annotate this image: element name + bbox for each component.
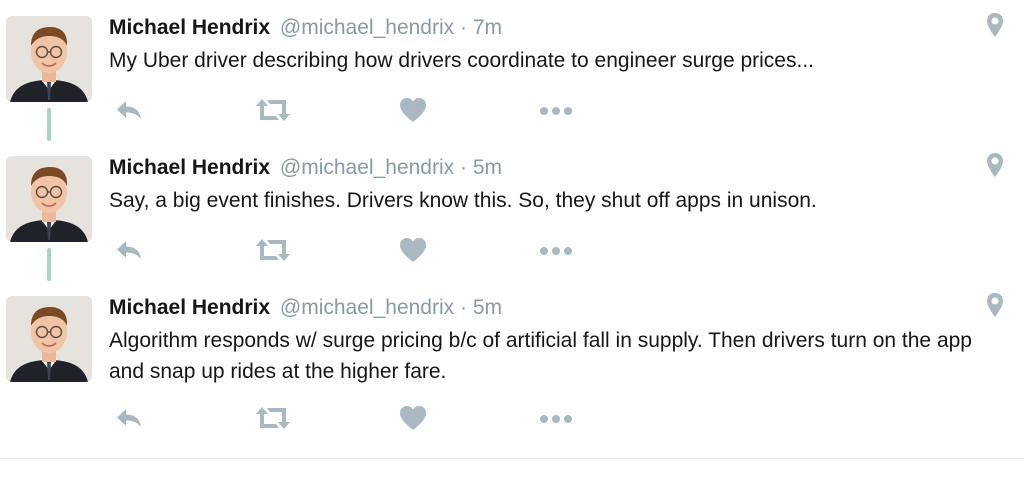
- location-pin-icon[interactable]: [985, 292, 1005, 318]
- tweet[interactable]: Michael Hendrix @michael_hendrix · 7m My…: [0, 0, 1024, 140]
- reply-icon[interactable]: [114, 236, 144, 264]
- heart-icon[interactable]: [398, 236, 428, 264]
- tweet-actions: [114, 236, 584, 266]
- retweet-icon[interactable]: [252, 236, 294, 264]
- tweet[interactable]: Michael Hendrix @michael_hendrix · 5m Sa…: [0, 140, 1024, 280]
- author-handle[interactable]: @michael_hendrix: [280, 156, 454, 179]
- reply-icon[interactable]: [114, 96, 144, 124]
- more-dots-icon[interactable]: [536, 404, 576, 432]
- location-pin-icon[interactable]: [985, 12, 1005, 38]
- tweet-actions: [114, 404, 584, 434]
- tweet-text: Algorithm responds w/ surge pricing b/c …: [109, 329, 972, 383]
- reply-icon[interactable]: [114, 404, 144, 432]
- more-dots-icon[interactable]: [536, 236, 576, 264]
- author-name[interactable]: Michael Hendrix: [109, 296, 270, 319]
- tweet-thread: Michael Hendrix @michael_hendrix · 7m My…: [0, 0, 1024, 478]
- avatar[interactable]: [6, 156, 92, 242]
- tweet-header: Michael Hendrix @michael_hendrix · 7m: [109, 13, 502, 43]
- author-name[interactable]: Michael Hendrix: [109, 156, 270, 179]
- heart-icon[interactable]: [398, 404, 428, 432]
- tweet-actions: [114, 96, 584, 126]
- tweet-text: Say, a big event finishes. Drivers know …: [109, 189, 817, 212]
- thread-connector-line: [47, 248, 51, 281]
- heart-icon[interactable]: [398, 96, 428, 124]
- more-dots-icon[interactable]: [536, 96, 576, 124]
- tweet-header: Michael Hendrix @michael_hendrix · 5m: [109, 153, 502, 183]
- author-handle[interactable]: @michael_hendrix: [280, 296, 454, 319]
- timestamp[interactable]: 7m: [473, 16, 502, 39]
- avatar[interactable]: [6, 296, 92, 382]
- thread-connector-line: [47, 108, 51, 141]
- tweet-header: Michael Hendrix @michael_hendrix · 5m: [109, 293, 502, 323]
- location-pin-icon[interactable]: [985, 152, 1005, 178]
- author-name[interactable]: Michael Hendrix: [109, 16, 270, 39]
- timestamp[interactable]: 5m: [473, 156, 502, 179]
- avatar[interactable]: [6, 16, 92, 102]
- tweet[interactable]: Michael Hendrix @michael_hendrix · 5m Al…: [0, 280, 1024, 450]
- timestamp[interactable]: 5m: [473, 296, 502, 319]
- tweet-text: My Uber driver describing how drivers co…: [109, 49, 814, 72]
- divider: [0, 458, 1024, 459]
- retweet-icon[interactable]: [252, 404, 294, 432]
- separator-dot: ·: [459, 296, 467, 319]
- retweet-icon[interactable]: [252, 96, 294, 124]
- separator-dot: ·: [459, 156, 467, 179]
- author-handle[interactable]: @michael_hendrix: [280, 16, 454, 39]
- separator-dot: ·: [459, 16, 467, 39]
